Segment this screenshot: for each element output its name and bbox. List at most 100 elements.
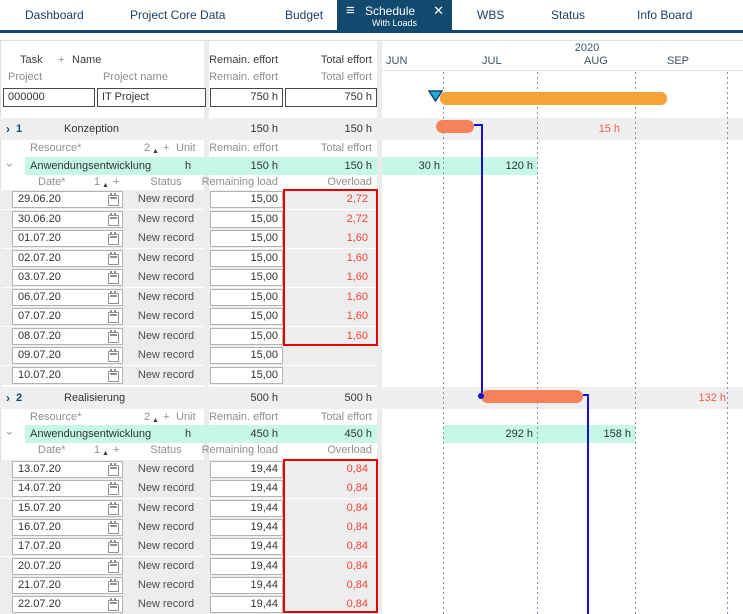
calendar-icon[interactable] [108,504,119,515]
remaining-load-field[interactable]: 19,44 [210,461,283,478]
add-column-icon[interactable]: + [58,53,64,68]
calendar-icon[interactable] [108,465,119,476]
remaining-load-field[interactable]: 19,44 [210,519,283,536]
expand-task-icon[interactable]: › [6,387,10,409]
date-field[interactable]: 13.07.20 [12,461,123,478]
tab-status[interactable]: Status [551,0,585,30]
add-date-icon[interactable]: + [113,443,119,458]
status-field[interactable]: New record [125,366,207,385]
date-field[interactable]: 08.07.20 [12,328,123,345]
calendar-icon[interactable] [108,293,119,304]
status-field[interactable]: New record [125,249,207,268]
remaining-load-field[interactable]: 15,00 [210,211,283,228]
tab-schedule[interactable]: ≡ Schedule ✕ With Loads [337,0,452,33]
date-field[interactable]: 21.07.20 [12,577,123,594]
tab-wbs[interactable]: WBS [477,0,504,30]
calendar-icon[interactable] [108,351,119,362]
status-field[interactable]: New record [125,557,207,576]
status-field[interactable]: New record [125,268,207,287]
col-header-task[interactable]: Task [20,53,43,68]
calendar-icon[interactable] [108,371,119,382]
status-field[interactable]: New record [125,229,207,248]
remaining-load-field[interactable]: 19,44 [210,500,283,517]
date-field[interactable]: 16.07.20 [12,519,123,536]
date-field[interactable]: 15.07.20 [12,500,123,517]
remaining-load-field[interactable]: 19,44 [210,538,283,555]
col-header-total[interactable]: Total effort [272,53,372,68]
status-field[interactable]: New record [125,327,207,346]
status-field[interactable]: New record [125,576,207,595]
date-field[interactable]: 07.07.20 [12,308,123,325]
status-field[interactable]: New record [125,537,207,556]
collapse-resource-icon[interactable]: › [3,431,17,435]
status-field[interactable]: New record [125,288,207,307]
col-header-remain[interactable]: Remain. effort [178,53,278,68]
status-field[interactable]: New record [125,499,207,518]
remaining-load-field[interactable]: 15,00 [210,289,283,306]
calendar-icon[interactable] [108,273,119,284]
remaining-load-field[interactable]: 19,44 [210,596,283,613]
status-field[interactable]: New record [125,518,207,537]
calendar-icon[interactable] [108,523,119,534]
add-resource-icon[interactable]: + [163,409,169,425]
remaining-load-field[interactable]: 15,00 [210,250,283,267]
date-field[interactable]: 14.07.20 [12,480,123,497]
project-id-field[interactable]: 000000 [3,88,95,107]
task-row[interactable]: › 2 Realisierung 500 h 500 h [0,387,743,409]
add-resource-icon[interactable]: + [163,140,169,156]
tab-info-board[interactable]: Info Board [637,0,692,30]
status-field[interactable]: New record [125,595,207,614]
calendar-icon[interactable] [108,195,119,206]
task-row[interactable]: › 1 Konzeption 150 h 150 h [0,118,743,140]
date-field[interactable]: 17.07.20 [12,538,123,555]
project-total-field[interactable]: 750 h [285,88,377,107]
task1-bar[interactable] [436,120,474,133]
remaining-load-field[interactable]: 15,00 [210,308,283,325]
calendar-icon[interactable] [108,581,119,592]
sort-order-number[interactable]: 1 [94,175,100,190]
sort-asc-icon[interactable]: ▲ [102,446,109,461]
date-field[interactable]: 22.07.20 [12,596,123,613]
expand-task-icon[interactable]: › [6,118,10,140]
remaining-load-field[interactable]: 15,00 [210,328,283,345]
project-summary-bar[interactable] [440,92,667,105]
date-field[interactable]: 01.07.20 [12,230,123,247]
date-field[interactable]: 10.07.20 [12,367,123,384]
calendar-icon[interactable] [108,562,119,573]
task2-bar[interactable] [481,390,583,403]
calendar-icon[interactable] [108,600,119,611]
status-field[interactable]: New record [125,307,207,326]
tab-project-core-data[interactable]: Project Core Data [130,0,225,30]
calendar-icon[interactable] [108,215,119,226]
remaining-load-field[interactable]: 15,00 [210,347,283,364]
date-field[interactable]: 03.07.20 [12,269,123,286]
remaining-load-field[interactable]: 19,44 [210,558,283,575]
status-field[interactable]: New record [125,346,207,365]
remaining-load-field[interactable]: 15,00 [210,191,283,208]
tab-dashboard[interactable]: Dashboard [25,0,84,30]
calendar-icon[interactable] [108,234,119,245]
remaining-load-field[interactable]: 15,00 [210,230,283,247]
status-field[interactable]: New record [125,210,207,229]
date-field[interactable]: 02.07.20 [12,250,123,267]
collapse-resource-icon[interactable]: › [3,163,17,167]
date-field[interactable]: 09.07.20 [12,347,123,364]
date-field[interactable]: 20.07.20 [12,558,123,575]
project-remain-field[interactable]: 750 h [210,88,283,107]
remaining-load-field[interactable]: 19,44 [210,577,283,594]
status-field[interactable]: New record [125,460,207,479]
date-field[interactable]: 29.06.20 [12,191,123,208]
sort-order-number[interactable]: 2 [144,409,150,425]
tab-budget[interactable]: Budget [285,0,323,30]
remaining-load-field[interactable]: 15,00 [210,269,283,286]
sort-order-number[interactable]: 1 [94,443,100,458]
status-field[interactable]: New record [125,190,207,209]
calendar-icon[interactable] [108,332,119,343]
remaining-load-field[interactable]: 15,00 [210,367,283,384]
col-header-name[interactable]: Name [72,53,101,68]
add-date-icon[interactable]: + [113,175,119,190]
calendar-icon[interactable] [108,254,119,265]
sort-order-number[interactable]: 2 [144,140,150,156]
date-field[interactable]: 30.06.20 [12,211,123,228]
remaining-load-field[interactable]: 19,44 [210,480,283,497]
